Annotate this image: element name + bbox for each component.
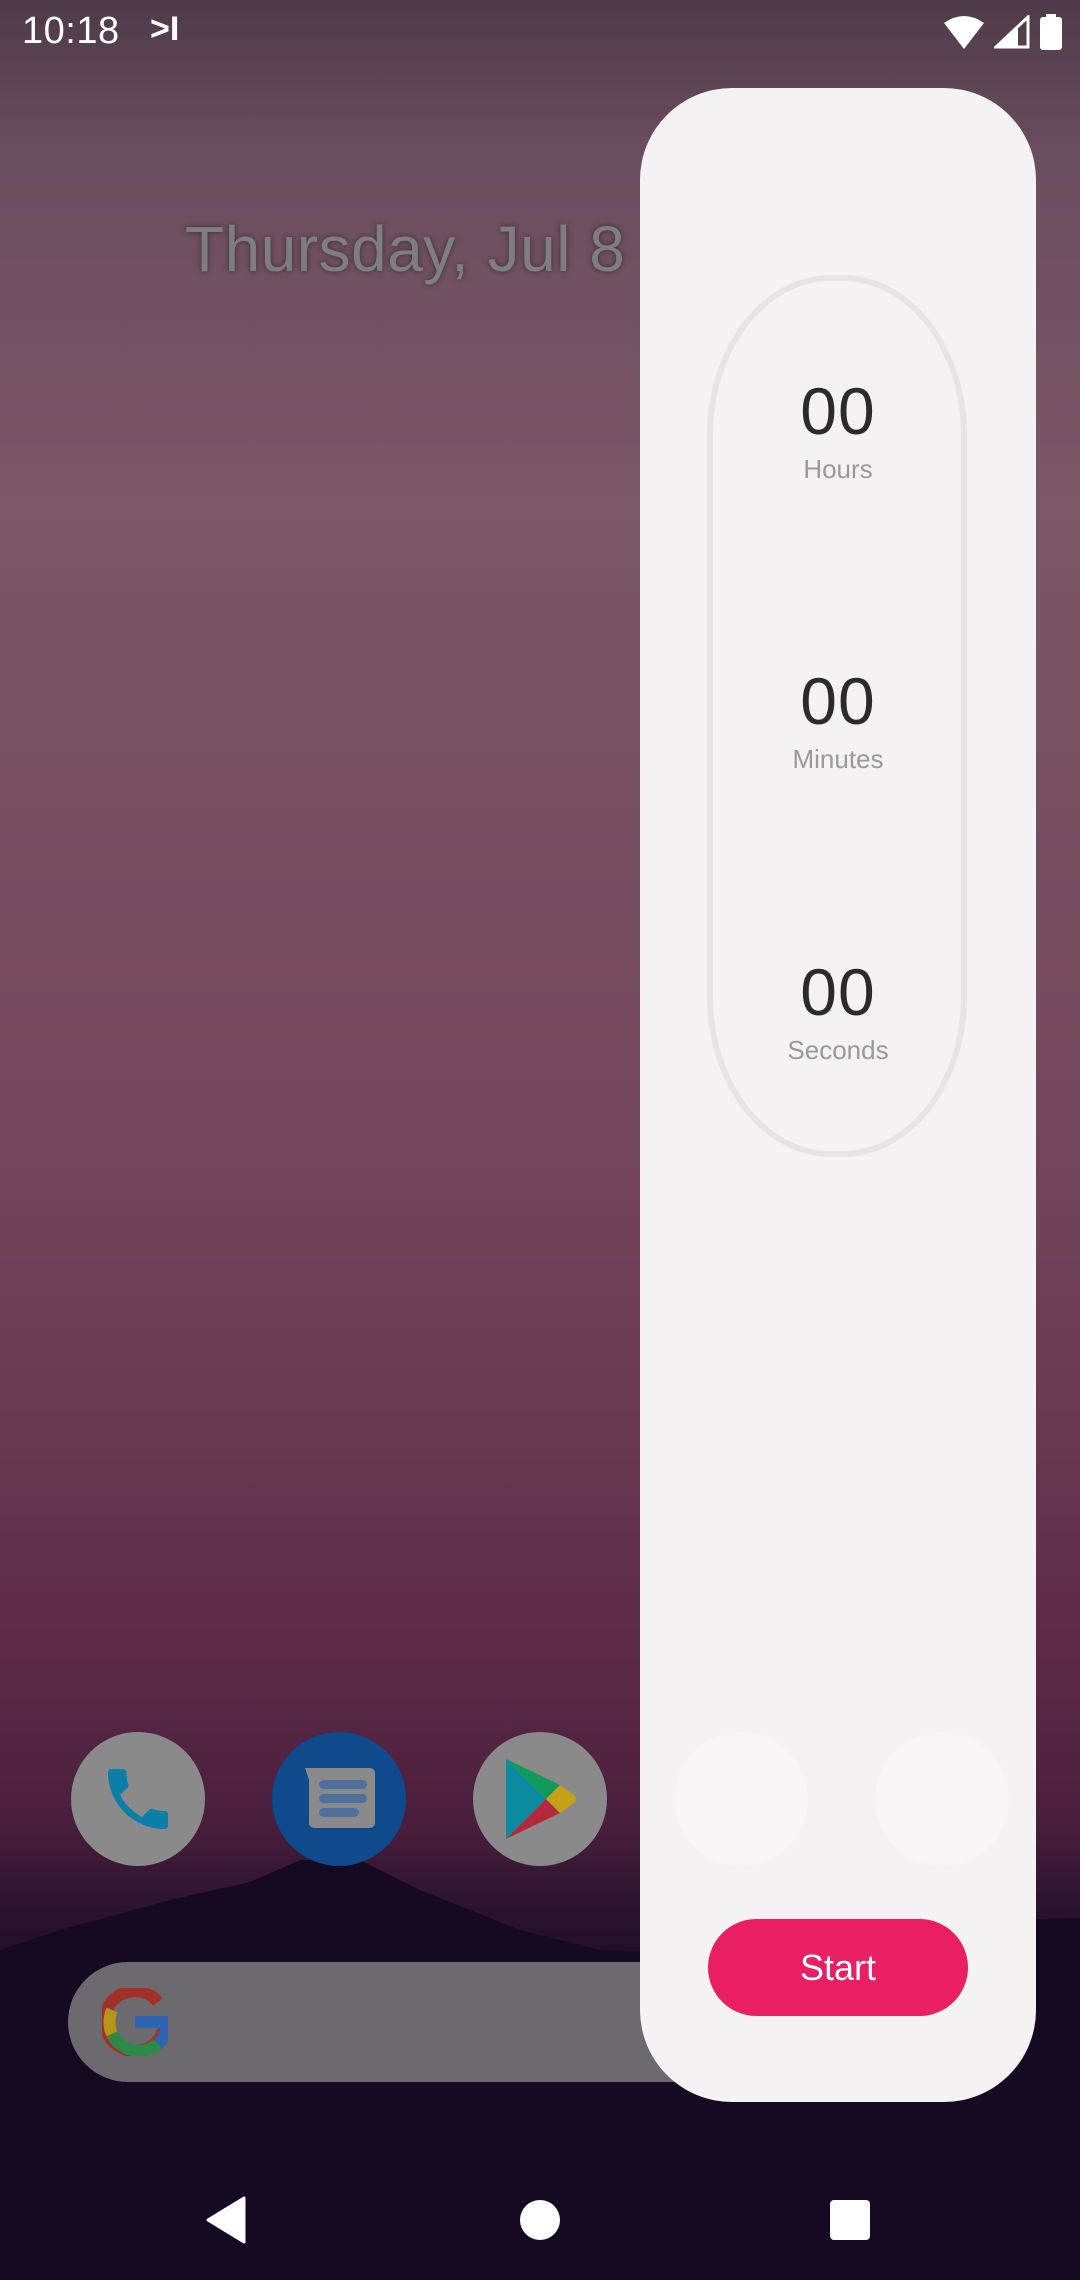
status-bar: 10:18 >I xyxy=(0,0,1080,64)
google-logo-icon xyxy=(102,1988,168,2056)
seconds-picker[interactable]: 00 Seconds xyxy=(708,959,968,1066)
nav-back-button[interactable] xyxy=(196,2190,256,2250)
cellular-signal-icon xyxy=(994,15,1030,49)
battery-icon xyxy=(1040,14,1062,50)
status-clock: 10:18 xyxy=(22,10,120,52)
hours-label: Hours xyxy=(803,454,873,484)
status-icons xyxy=(944,14,1062,50)
ghost-chrome-icon xyxy=(674,1732,808,1866)
media-skip-icon: >I xyxy=(150,10,180,48)
minutes-label: Minutes xyxy=(792,744,884,774)
seconds-label: Seconds xyxy=(787,1035,889,1065)
home-date[interactable]: Thursday, Jul 8 xyxy=(185,212,625,286)
hours-picker[interactable]: 00 Hours xyxy=(708,378,968,485)
minutes-picker[interactable]: 00 Minutes xyxy=(708,668,968,775)
messages-icon xyxy=(305,1768,375,1828)
timer-panel: 00 Hours 00 Minutes 00 Seconds Start xyxy=(640,88,1036,2102)
wifi-icon xyxy=(944,16,984,49)
phone-icon xyxy=(108,1769,168,1829)
hours-value: 00 xyxy=(800,374,876,448)
recents-icon xyxy=(830,2200,870,2240)
minutes-value: 00 xyxy=(800,664,876,738)
seconds-value: 00 xyxy=(800,955,876,1029)
nav-home-button[interactable] xyxy=(510,2190,570,2250)
back-icon xyxy=(206,2196,246,2244)
ghost-photos-icon xyxy=(875,1732,1009,1866)
nav-recents-button[interactable] xyxy=(820,2190,880,2250)
dock-app-play-store[interactable] xyxy=(473,1732,607,1866)
start-button[interactable]: Start xyxy=(708,1919,968,2016)
dock-app-messages[interactable] xyxy=(272,1732,406,1866)
play-store-icon xyxy=(506,1759,576,1839)
home-icon xyxy=(520,2200,560,2240)
nav-bar xyxy=(0,2160,1080,2280)
dock-app-phone[interactable] xyxy=(71,1732,205,1866)
